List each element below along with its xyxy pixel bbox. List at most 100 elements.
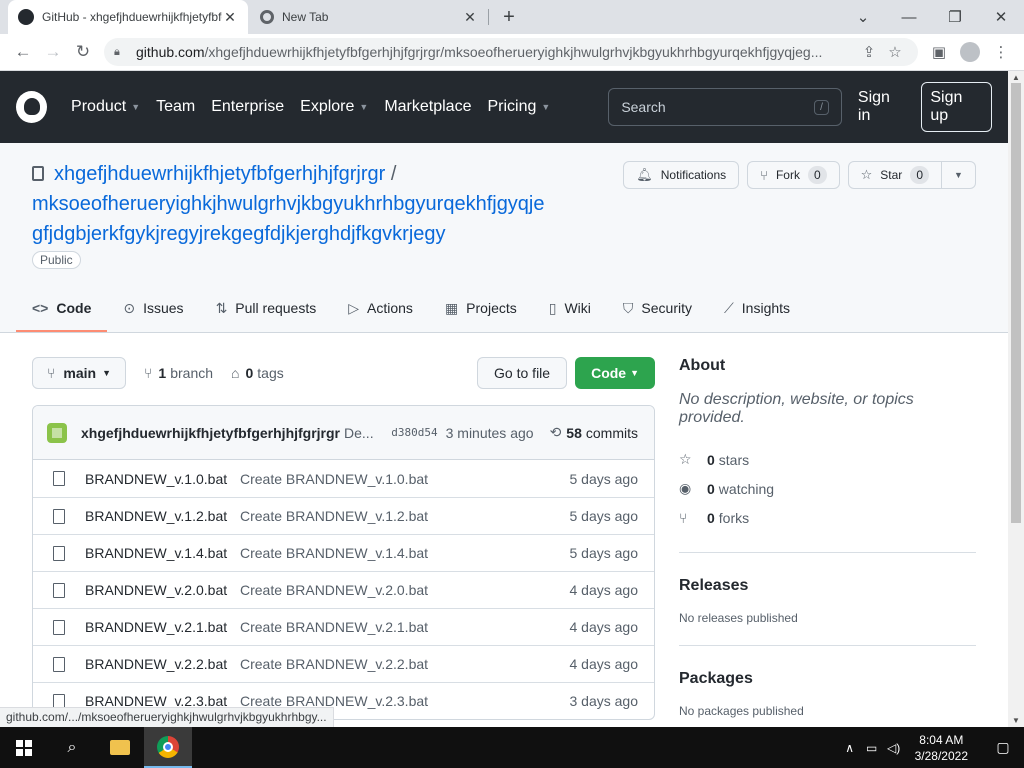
chevron-down-icon: ▼ [131, 102, 141, 112]
search-icon[interactable]: ⌕ [48, 727, 96, 768]
repo-header: xhgefjhduewrhijkfhjetyfbfgerhjhjfgrjrgr … [0, 143, 1008, 333]
tab-insights[interactable]: ⟋ Insights [708, 284, 806, 332]
divider [679, 645, 976, 646]
commits-link[interactable]: ⟲ 58 commits [550, 424, 638, 441]
search-shortcut-key: / [814, 99, 829, 115]
repo-name-link-line2[interactable]: gfjdgbjerkfgykjregyjrekgegfdjkjerghdjfkg… [32, 223, 446, 245]
scroll-up-icon[interactable]: ▲ [1012, 73, 1020, 82]
commit-author-link[interactable]: xhgefjhduewrhijkfhjetyfbfgerhjhjfgrjrgr [81, 425, 340, 441]
chrome-taskbar-button[interactable] [144, 727, 192, 768]
bookmark-star-icon[interactable]: ☆ [882, 43, 908, 61]
nav-team[interactable]: Team [156, 98, 195, 116]
branches-link[interactable]: ⑂ 1 branch [144, 365, 213, 381]
scroll-down-icon[interactable]: ▼ [1012, 716, 1020, 725]
close-window-icon[interactable]: ✕ [978, 0, 1024, 34]
file-name-link[interactable]: BRANDNEW_v.1.4.bat [85, 545, 240, 561]
repo-name-link-line1[interactable]: mksoeofherueryighkjhwulgrhvjkbgyukhrhbgy… [32, 193, 545, 215]
nav-label: Enterprise [211, 98, 285, 115]
tab-issues[interactable]: ⊙ Issues [107, 284, 199, 332]
sign-in-link[interactable]: Sign in [858, 89, 905, 125]
tab-security[interactable]: ⛉ Security [607, 284, 708, 332]
reload-icon[interactable]: ↻ [68, 42, 98, 62]
file-name-link[interactable]: BRANDNEW_v.2.1.bat [85, 619, 240, 635]
star-button[interactable]: ☆ Star 0 [847, 161, 942, 189]
commit-message-link[interactable]: De... [344, 425, 383, 441]
watching-link[interactable]: ◉ 0 watching [679, 474, 976, 503]
file-name-link[interactable]: BRANDNEW_v.2.2.bat [85, 656, 240, 672]
repo-main: ⑂ main ▼ ⑂ 1 branch ⌂ 0 tags Go to file Code ▼ … [32, 333, 655, 720]
browser-tab-newtab[interactable]: New Tab ✕ [250, 0, 488, 34]
nav-enterprise[interactable]: Enterprise [211, 98, 284, 116]
notifications-icon[interactable]: ▢ [982, 739, 1024, 756]
stars-link[interactable]: ☆ 0 stars [679, 445, 976, 474]
start-button[interactable] [0, 727, 48, 768]
file-icon [53, 582, 65, 598]
file-commit-message-link[interactable]: Create BRANDNEW_v.1.0.bat [240, 471, 570, 487]
tab-code[interactable]: <> Code [16, 284, 108, 332]
star-dropdown-button[interactable]: ▼ [942, 161, 976, 189]
repo-owner-link[interactable]: xhgefjhduewrhijkfhjetyfbfgerhjhjfgrjrgr [54, 163, 385, 185]
file-name-link[interactable]: BRANDNEW_v.1.2.bat [85, 508, 240, 524]
url-text[interactable]: github.com/xhgefjhduewrhijkfhjetyfbfgerh… [136, 44, 856, 60]
minimize-icon[interactable]: — [886, 0, 932, 34]
close-tab-icon[interactable]: ✕ [462, 9, 478, 26]
nav-product[interactable]: Product ▼ [71, 98, 140, 116]
tab-pull-requests[interactable]: ⇅ Pull requests [200, 284, 333, 332]
branch-word: branch [170, 365, 214, 381]
commit-sha-link[interactable]: d380d54 [391, 426, 437, 439]
tags-link[interactable]: ⌂ 0 tags [231, 365, 284, 381]
tab-actions[interactable]: ▷ Actions [332, 284, 429, 332]
chevron-down-icon: ▼ [541, 102, 551, 112]
scrollbar-thumb[interactable] [1011, 83, 1021, 523]
chevron-up-icon[interactable]: ∧ [839, 741, 861, 755]
fork-button[interactable]: ⑂ Fork 0 [747, 161, 840, 189]
browser-tab-github[interactable]: GitHub - xhgefjhduewrhijkfhjetyfbfgerhjh… [8, 0, 248, 34]
tab-projects[interactable]: ▦ Projects [429, 284, 533, 332]
side-panel-icon[interactable]: ▣ [924, 43, 954, 61]
forks-link[interactable]: ⑂ 0 forks [679, 503, 976, 532]
profile-avatar-icon[interactable] [960, 42, 980, 62]
releases-heading[interactable]: Releases [679, 577, 976, 595]
go-to-file-button[interactable]: Go to file [477, 357, 568, 389]
notifications-button[interactable]: 🔔︎ Notifications [623, 161, 740, 189]
file-commit-message-link[interactable]: Create BRANDNEW_v.2.1.bat [240, 619, 570, 635]
clock-time: 8:04 AM [919, 732, 964, 747]
network-icon[interactable]: ▭ [861, 741, 883, 755]
share-icon[interactable]: ⇪ [856, 43, 882, 61]
forward-icon[interactable]: → [38, 42, 68, 62]
page-scrollbar[interactable]: ▲ ▼ [1008, 71, 1024, 727]
file-name-link[interactable]: BRANDNEW_v.1.0.bat [85, 471, 240, 487]
file-commit-message-link[interactable]: Create BRANDNEW_v.2.2.bat [240, 656, 570, 672]
nav-pricing[interactable]: Pricing ▼ [487, 98, 550, 116]
code-button[interactable]: Code ▼ [575, 357, 655, 389]
file-icon [53, 545, 65, 561]
lock-icon[interactable]: 🔒︎ [114, 46, 126, 59]
github-logo-icon[interactable] [16, 91, 48, 123]
back-icon[interactable]: ← [8, 42, 38, 62]
github-header: Product ▼ Team Enterprise Explore ▼ Market… [0, 71, 1008, 143]
file-explorer-button[interactable] [96, 727, 144, 768]
close-tab-icon[interactable]: ✕ [222, 9, 238, 26]
volume-icon[interactable]: ◁) [883, 741, 905, 755]
restore-icon[interactable]: ❐ [932, 0, 978, 34]
address-bar[interactable]: 🔒︎ github.com/xhgefjhduewrhijkfhjetyfbfg… [104, 38, 918, 66]
tab-search-icon[interactable]: ⌄ [840, 0, 886, 34]
tag-count: 0 [245, 365, 254, 381]
file-commit-message-link[interactable]: Create BRANDNEW_v.1.2.bat [240, 508, 570, 524]
new-tab-button[interactable]: + [498, 6, 520, 29]
tab-wiki[interactable]: ▯ Wiki [533, 284, 607, 332]
repo-path-separator: / [390, 163, 397, 185]
search-input[interactable]: Search / [608, 88, 842, 126]
branch-select-button[interactable]: ⑂ main ▼ [32, 357, 127, 389]
file-commit-message-link[interactable]: Create BRANDNEW_v.1.4.bat [240, 545, 570, 561]
file-toolbar: ⑂ main ▼ ⑂ 1 branch ⌂ 0 tags Go to file Code ▼ [32, 357, 655, 389]
menu-kebab-icon[interactable]: ⋮ [986, 43, 1016, 61]
file-commit-message-link[interactable]: Create BRANDNEW_v.2.0.bat [240, 582, 570, 598]
nav-marketplace[interactable]: Marketplace [384, 98, 471, 116]
file-name-link[interactable]: BRANDNEW_v.2.0.bat [85, 582, 240, 598]
packages-heading[interactable]: Packages [679, 670, 976, 688]
clock[interactable]: 8:04 AM 3/28/2022 [915, 732, 968, 764]
sign-up-button[interactable]: Sign up [921, 82, 992, 132]
nav-explore[interactable]: Explore ▼ [300, 98, 368, 116]
avatar[interactable] [47, 422, 67, 443]
